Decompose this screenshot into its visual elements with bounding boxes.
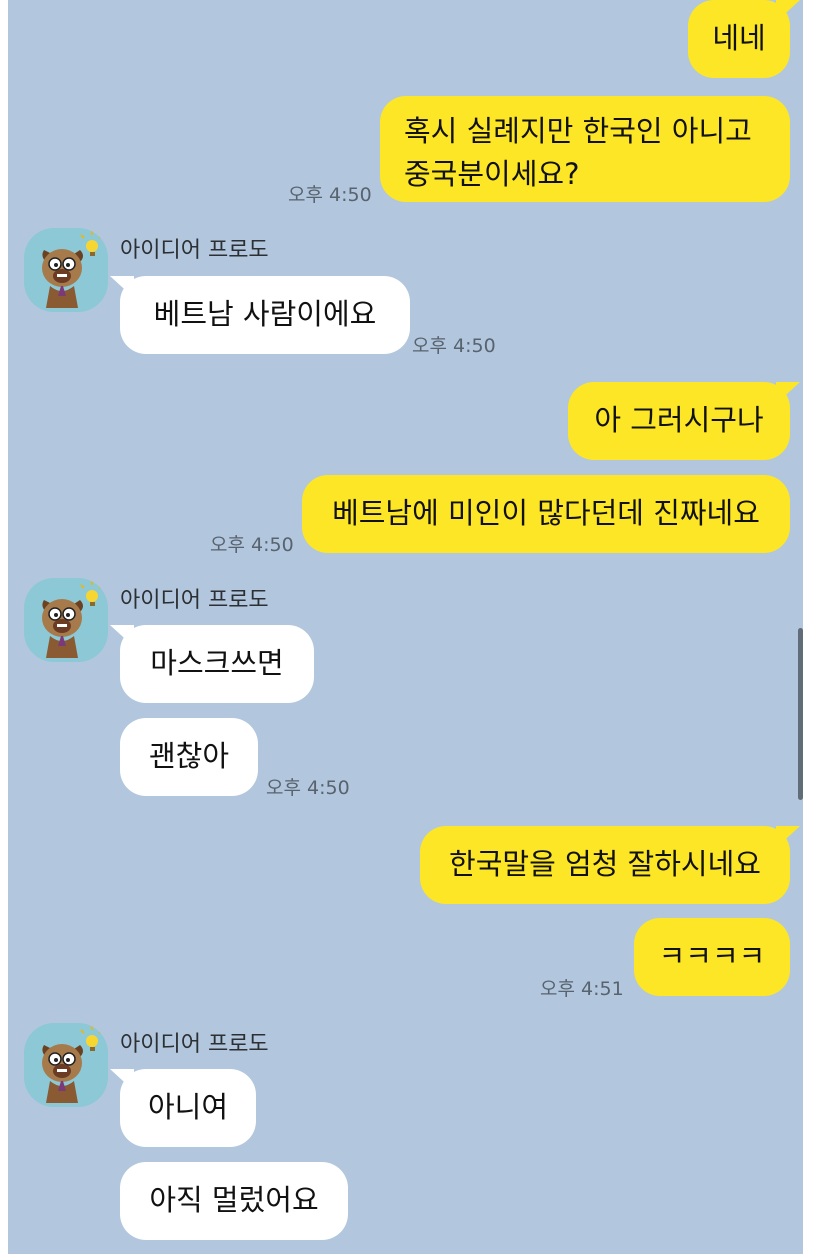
my-message-bubble[interactable]: 네네 bbox=[688, 0, 800, 78]
my-message-bubble[interactable]: 베트남에 미인이 많다던데 진짜네요 bbox=[302, 475, 790, 553]
sender-name: 아이디어 프로도 bbox=[120, 588, 269, 613]
sender-avatar[interactable] bbox=[24, 228, 108, 312]
message-text: 혹시 실례지만 한국인 아니고 bbox=[404, 114, 752, 148]
message-timestamp: 오후 4:50 bbox=[412, 335, 496, 357]
scrollbar[interactable] bbox=[798, 628, 803, 800]
their-message-bubble[interactable]: 아직 멀렀어요 bbox=[120, 1162, 348, 1240]
message-timestamp: 오후 4:50 bbox=[210, 534, 294, 556]
their-message-bubble[interactable]: 아니여 bbox=[110, 1069, 256, 1147]
message-text: 베트남 사람이에요 bbox=[153, 297, 377, 331]
frodo-dog-lightbulb-icon bbox=[42, 581, 103, 658]
message-text: 아니여 bbox=[147, 1090, 229, 1124]
message-text: 베트남에 미인이 많다던데 진짜네요 bbox=[332, 496, 760, 530]
message-text: 마스크쓰면 bbox=[150, 646, 284, 680]
sender-avatar[interactable] bbox=[24, 578, 108, 662]
message-timestamp: 오후 4:51 bbox=[540, 978, 624, 1000]
their-message-bubble[interactable]: 베트남 사람이에요 bbox=[110, 276, 410, 354]
sender-avatar[interactable] bbox=[24, 1023, 108, 1107]
message-text: 아 그러시구나 bbox=[594, 403, 764, 437]
message-timestamp: 오후 4:50 bbox=[266, 777, 350, 799]
sender-name: 아이디어 프로도 bbox=[120, 238, 269, 263]
chat-room[interactable]: 네네 혹시 실례지만 한국인 아니고 중국분이세요? 오후 4:50 아이디어 … bbox=[8, 0, 803, 1254]
message-text: 한국말을 엄청 잘하시네요 bbox=[449, 847, 761, 881]
their-message-bubble[interactable]: 괜찮아 bbox=[120, 718, 258, 796]
my-message-bubble[interactable]: 아 그러시구나 bbox=[568, 382, 800, 460]
message-text: 네네 bbox=[712, 21, 766, 55]
their-message-bubble[interactable]: 마스크쓰면 bbox=[110, 625, 314, 703]
message-text: ㅋㅋㅋㅋ bbox=[658, 939, 766, 973]
my-message-bubble[interactable]: 한국말을 엄청 잘하시네요 bbox=[420, 826, 800, 904]
frodo-dog-lightbulb-icon bbox=[42, 231, 103, 308]
sender-name: 아이디어 프로도 bbox=[120, 1032, 269, 1057]
message-text: 괜찮아 bbox=[148, 739, 230, 773]
message-text: 아직 멀렀어요 bbox=[149, 1183, 319, 1217]
my-message-bubble[interactable]: ㅋㅋㅋㅋ bbox=[634, 918, 790, 996]
message-timestamp: 오후 4:50 bbox=[288, 184, 372, 206]
my-message-bubble[interactable]: 혹시 실례지만 한국인 아니고 중국분이세요? bbox=[380, 96, 790, 202]
frodo-dog-lightbulb-icon bbox=[42, 1026, 103, 1103]
message-text: 중국분이세요? bbox=[404, 157, 580, 191]
